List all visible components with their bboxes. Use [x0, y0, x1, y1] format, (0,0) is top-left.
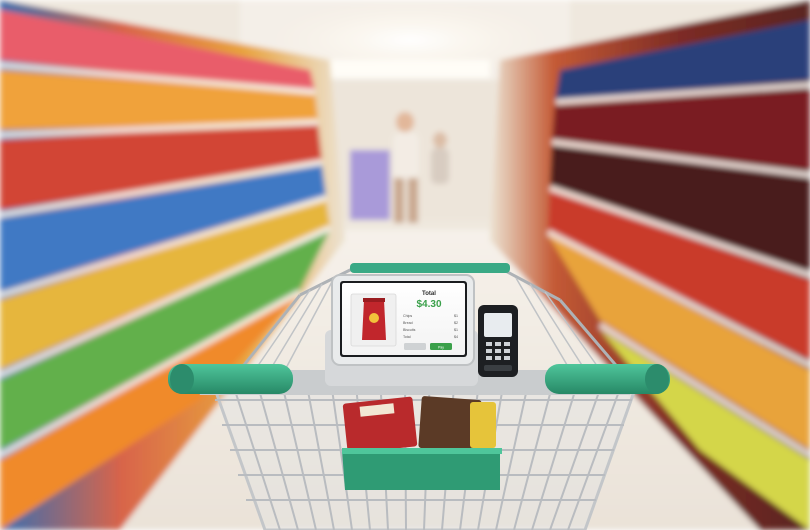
- item-price: $1: [454, 314, 458, 318]
- distant-shopper-2: [431, 132, 449, 184]
- item-price: $2: [454, 321, 458, 325]
- screen-button-pay[interactable]: Pay: [430, 343, 452, 350]
- screen-total: $4.30: [416, 299, 441, 310]
- screen-title: Total: [422, 291, 436, 297]
- item-name: Chips: [403, 314, 412, 318]
- snack-bag-icon: [362, 298, 386, 340]
- item-name: Total: [403, 335, 411, 339]
- supermarket-aisle-scene: Total $4.30 Chips $1 Bread $2 Biscuits $…: [0, 0, 810, 530]
- pay-label: Pay: [438, 345, 444, 349]
- cart-seat-flap: [342, 450, 500, 490]
- item-price: $1: [454, 328, 458, 332]
- cart-back-rail: [350, 263, 510, 273]
- item-price: $4: [454, 335, 458, 339]
- distant-display: [350, 150, 390, 220]
- card-terminal: [478, 305, 518, 377]
- scene-svg: Total $4.30 Chips $1 Bread $2 Biscuits $…: [0, 0, 810, 530]
- cart-tablet: [331, 274, 475, 366]
- screen-button-cancel[interactable]: [404, 343, 426, 350]
- item-name: Biscuits: [403, 328, 416, 332]
- item-name: Bread: [403, 321, 413, 325]
